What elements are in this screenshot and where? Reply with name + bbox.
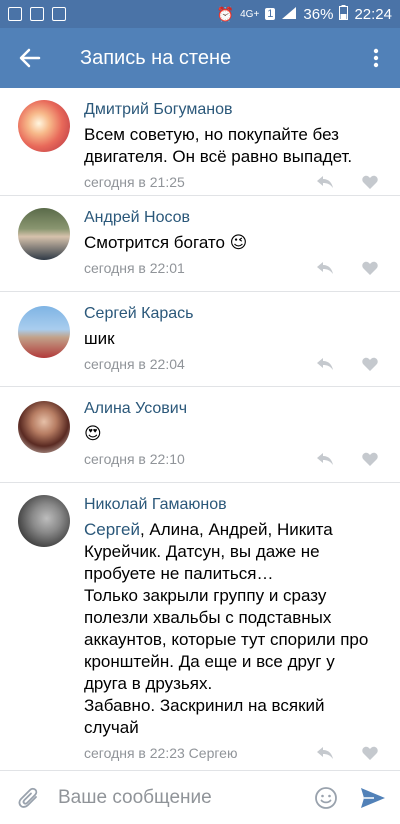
like-heart-icon[interactable] <box>362 357 378 371</box>
like-heart-icon[interactable] <box>362 261 378 275</box>
comment-text: Сергей, Алина, Андрей, Никита Курейчик. … <box>84 519 380 739</box>
comment-text: Смотрится богато 😉 <box>84 233 248 252</box>
comment-text: 😍 <box>84 424 102 443</box>
send-button[interactable] <box>346 787 400 809</box>
signal-icon <box>281 6 297 23</box>
emoji-button[interactable] <box>306 786 346 810</box>
comment-time: сегодня в 21:25 <box>84 174 185 190</box>
reply-icon[interactable] <box>316 452 334 466</box>
reply-icon[interactable] <box>316 261 334 275</box>
comment-author[interactable]: Алина Усович <box>84 399 380 419</box>
comment-time: сегодня в 22:01 <box>84 260 185 276</box>
comment-time: сегодня в 22:10 <box>84 451 185 467</box>
avatar[interactable] <box>18 401 70 453</box>
comment-text: шик <box>84 329 115 348</box>
like-heart-icon[interactable] <box>362 452 378 466</box>
mail-icon <box>52 7 66 21</box>
comment-item[interactable]: Николай Гамаюнов Сергей, Алина, Андрей, … <box>0 483 400 768</box>
message-composer <box>0 770 400 824</box>
comment-time: сегодня в 22:23 Сергею <box>84 745 238 761</box>
network-label: 4G+ <box>240 8 260 20</box>
comment-author[interactable]: Сергей Карась <box>84 304 380 324</box>
alarm-icon: ⏰ <box>216 5 235 22</box>
more-vertical-icon <box>373 48 379 68</box>
reply-icon[interactable] <box>316 746 334 760</box>
send-icon <box>361 787 385 808</box>
comment-author[interactable]: Николай Гамаюнов <box>84 495 380 515</box>
page-title: Запись на стене <box>80 46 232 69</box>
comment-text-body: , Алина, Андрей, Никита Курейчик. Датсун… <box>84 520 369 737</box>
message-input[interactable] <box>58 786 288 809</box>
comment-item[interactable]: Андрей Носов Смотрится богато 😉 сегодня … <box>0 196 400 292</box>
battery-icon <box>339 5 349 23</box>
arrow-left-icon <box>19 48 41 68</box>
comment-item[interactable]: Алина Усович 😍 сегодня в 22:10 <box>0 387 400 483</box>
reply-icon[interactable] <box>316 175 334 189</box>
avatar[interactable] <box>18 208 70 260</box>
comment-author[interactable]: Андрей Носов <box>84 208 380 228</box>
comment-item[interactable]: Дмитрий Богуманов Всем советую, но покуп… <box>0 88 400 196</box>
back-button[interactable] <box>0 28 60 88</box>
sim-label: 1 <box>265 8 276 20</box>
more-options-button[interactable] <box>352 28 400 88</box>
comment-item[interactable]: Сергей Карась шик сегодня в 22:04 <box>0 292 400 387</box>
reply-icon[interactable] <box>316 357 334 371</box>
attach-button[interactable] <box>0 786 58 810</box>
notification-icon <box>8 7 22 21</box>
mention-link[interactable]: Сергей <box>84 520 140 539</box>
comment-text: Всем советую, но покупайте без двигателя… <box>84 125 353 166</box>
like-heart-icon[interactable] <box>362 746 378 760</box>
smile-icon <box>315 786 337 809</box>
avatar[interactable] <box>18 495 70 547</box>
avatar[interactable] <box>18 100 70 152</box>
paperclip-icon <box>18 787 38 808</box>
like-heart-icon[interactable] <box>362 175 378 189</box>
comment-author[interactable]: Дмитрий Богуманов <box>84 100 380 120</box>
avatar[interactable] <box>18 306 70 358</box>
comment-list: Дмитрий Богуманов Всем советую, но покуп… <box>0 88 400 768</box>
comment-time: сегодня в 22:04 <box>84 356 185 372</box>
app-bar: Запись на стене <box>0 28 400 88</box>
clock: 22:24 <box>354 5 392 23</box>
battery-percent: 36% <box>303 5 334 23</box>
status-bar: ⏰ 4G+ 1 36% 22:24 <box>0 0 400 28</box>
gallery-icon <box>30 7 44 21</box>
